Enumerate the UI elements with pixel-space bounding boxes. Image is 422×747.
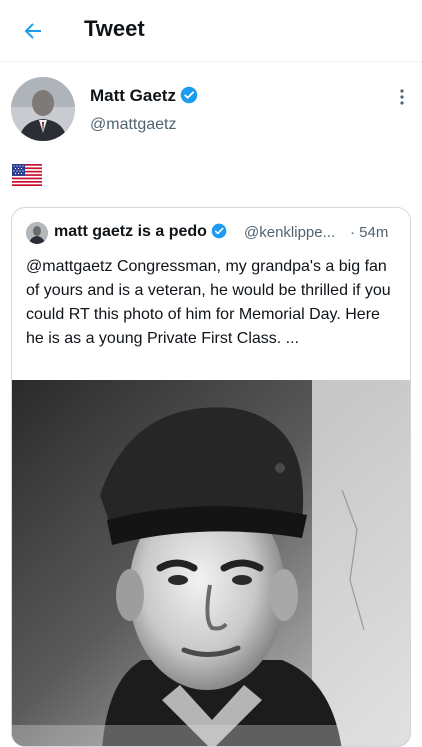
- author-handle[interactable]: @mattgaetz: [90, 116, 177, 134]
- quoted-author-name-row[interactable]: matt gaetz is a pedo: [54, 223, 227, 244]
- header-bar: Tweet: [0, 0, 422, 62]
- author-name-row[interactable]: Matt Gaetz: [90, 86, 198, 109]
- more-options-button[interactable]: [392, 86, 412, 108]
- quoted-tweet-photo[interactable]: [12, 380, 410, 746]
- quoted-author-name[interactable]: matt gaetz is a pedo: [54, 223, 207, 240]
- arrow-left-icon: [24, 23, 41, 39]
- soldier-portrait-image: [12, 380, 410, 746]
- quoted-tweet-time[interactable]: · 54m: [350, 224, 388, 241]
- page-title: Tweet: [84, 16, 145, 41]
- author-avatar-image: [11, 77, 75, 141]
- quoted-author-avatar-image: [26, 222, 48, 244]
- quoted-author-avatar[interactable]: [26, 222, 48, 244]
- author-avatar[interactable]: [11, 77, 75, 141]
- back-button[interactable]: [18, 16, 48, 46]
- quoted-verified-badge-icon: [211, 223, 227, 244]
- verified-badge-icon: [180, 86, 198, 109]
- more-vertical-icon: [400, 89, 404, 105]
- quoted-tweet-card[interactable]: matt gaetz is a pedo @kenklippe... · 54m…: [11, 207, 411, 747]
- quoted-author-handle[interactable]: @kenklippe...: [244, 224, 335, 241]
- author-name[interactable]: Matt Gaetz: [90, 86, 176, 105]
- us-flag-icon: [12, 164, 42, 186]
- quoted-tweet-text: @mattgaetz Congressman, my grandpa's a b…: [26, 258, 391, 347]
